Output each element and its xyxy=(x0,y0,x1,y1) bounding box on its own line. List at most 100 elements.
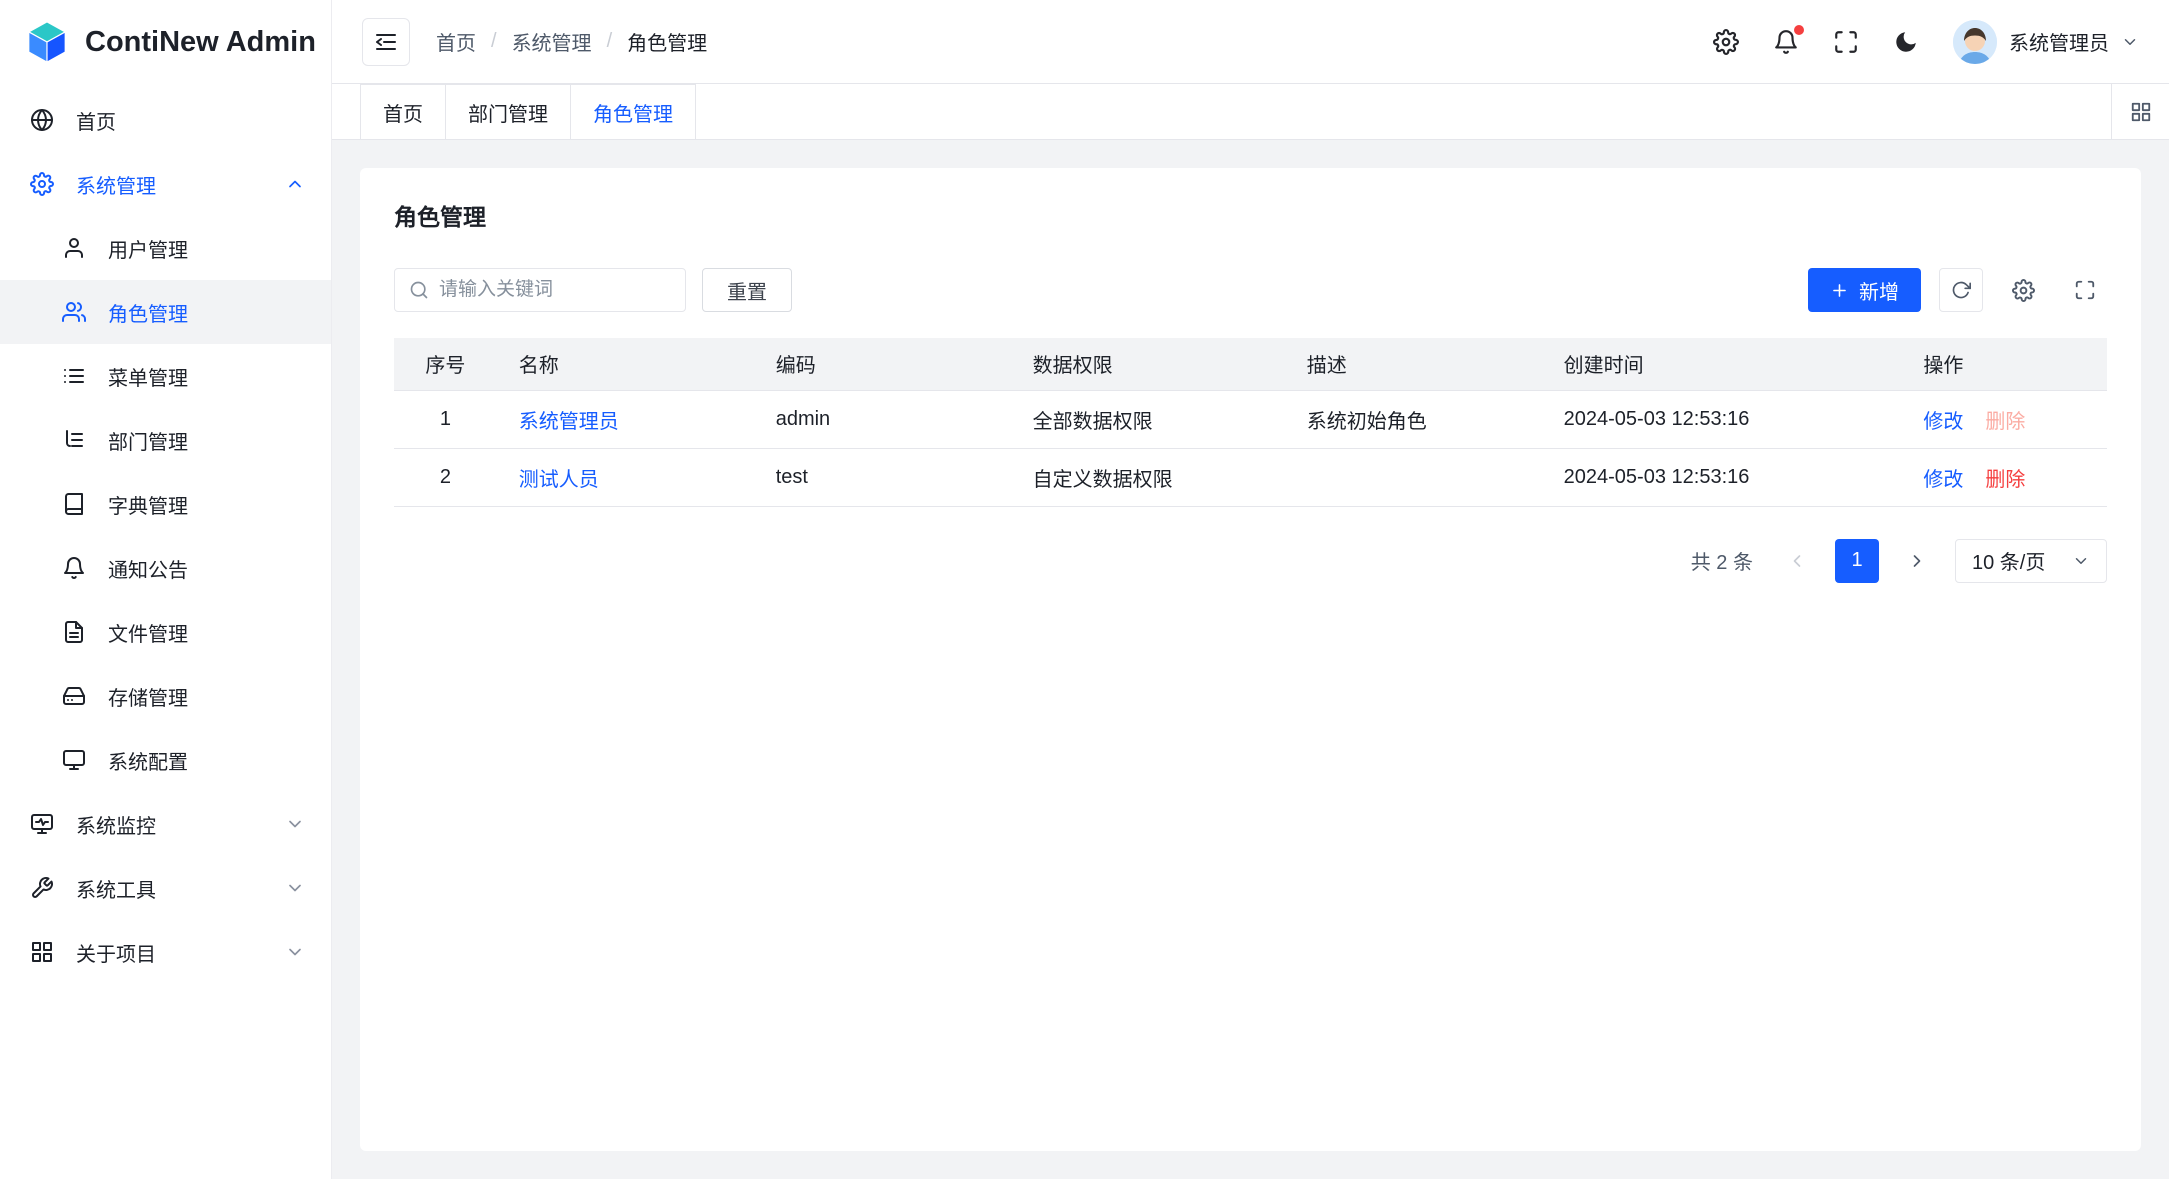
page-size-value: 10 条/页 xyxy=(1972,546,2045,575)
prev-page-button[interactable] xyxy=(1775,539,1819,583)
sidebar-collapse-button[interactable] xyxy=(362,18,410,66)
toolbar: 重置 新增 xyxy=(394,268,2107,312)
sidebar-item-label: 用户管理 xyxy=(108,234,305,263)
sidebar-item-label: 菜单管理 xyxy=(108,362,305,391)
tab-label: 部门管理 xyxy=(468,98,548,127)
app-root: ContiNew Admin 首页 系统管理 用户管理 角色管理 xyxy=(0,0,2169,1179)
grid-icon xyxy=(30,940,54,964)
sidebar-item-system-management[interactable]: 系统管理 xyxy=(0,152,331,216)
next-page-button[interactable] xyxy=(1895,539,1939,583)
cell-operations: 修改删除 xyxy=(1901,390,2107,448)
main-area: 首页 / 系统管理 / 角色管理 xyxy=(332,0,2169,1179)
page-size-select[interactable]: 10 条/页 xyxy=(1955,539,2107,583)
column-header-operations: 操作 xyxy=(1901,338,2107,390)
notifications-button[interactable] xyxy=(1773,29,1799,55)
tab-department-management[interactable]: 部门管理 xyxy=(445,84,571,139)
dark-mode-toggle[interactable] xyxy=(1893,29,1919,55)
sidebar-item-label: 字典管理 xyxy=(108,490,305,519)
expand-icon xyxy=(2074,279,2096,301)
chevron-down-icon xyxy=(285,878,305,898)
breadcrumb-separator: / xyxy=(607,30,613,53)
sidebar-item-dict-management[interactable]: 字典管理 xyxy=(0,472,331,536)
delete-link-disabled: 删除 xyxy=(1985,411,2025,433)
app-title: ContiNew Admin xyxy=(85,26,316,59)
sidebar-item-file-management[interactable]: 文件管理 xyxy=(0,600,331,664)
edit-link[interactable]: 修改 xyxy=(1923,469,1963,491)
column-header-code: 编码 xyxy=(754,338,1011,390)
breadcrumb: 首页 / 系统管理 / 角色管理 xyxy=(436,27,707,56)
cell-code: test xyxy=(754,448,1011,506)
tab-label: 首页 xyxy=(383,98,423,127)
sidebar-item-notice[interactable]: 通知公告 xyxy=(0,536,331,600)
role-name-link[interactable]: 系统管理员 xyxy=(519,411,619,433)
sidebar-item-department-management[interactable]: 部门管理 xyxy=(0,408,331,472)
tree-icon xyxy=(62,428,86,452)
refresh-icon xyxy=(1951,280,1971,300)
sidebar-item-system-monitor[interactable]: 系统监控 xyxy=(0,792,331,856)
sidebar-item-home[interactable]: 首页 xyxy=(0,88,331,152)
cell-code: admin xyxy=(754,390,1011,448)
search-input[interactable] xyxy=(439,279,671,301)
column-header-description: 描述 xyxy=(1285,338,1542,390)
tab-home[interactable]: 首页 xyxy=(360,84,446,139)
grid-icon xyxy=(2130,101,2152,123)
fullscreen-button[interactable] xyxy=(1833,29,1859,55)
breadcrumb-separator: / xyxy=(491,30,497,53)
chevron-down-icon xyxy=(285,814,305,834)
sidebar-item-system-tools[interactable]: 系统工具 xyxy=(0,856,331,920)
sidebar-menu: 首页 系统管理 用户管理 角色管理 菜单管理 xyxy=(0,84,331,1179)
sidebar-item-menu-management[interactable]: 菜单管理 xyxy=(0,344,331,408)
table-fullscreen-button[interactable] xyxy=(2063,268,2107,312)
wrench-icon xyxy=(30,876,54,900)
breadcrumb-item-home[interactable]: 首页 xyxy=(436,27,476,56)
cell-data-scope: 全部数据权限 xyxy=(1011,390,1285,448)
tab-role-management[interactable]: 角色管理 xyxy=(570,84,696,139)
tab-actions-button[interactable] xyxy=(2111,84,2169,139)
sidebar-item-label: 存储管理 xyxy=(108,682,305,711)
refresh-button[interactable] xyxy=(1939,268,1983,312)
settings-button[interactable] xyxy=(1713,29,1739,55)
app-logo[interactable]: ContiNew Admin xyxy=(0,0,331,84)
sidebar-item-storage-management[interactable]: 存储管理 xyxy=(0,664,331,728)
page-number-1[interactable]: 1 xyxy=(1835,539,1879,583)
sidebar-item-user-management[interactable]: 用户管理 xyxy=(0,216,331,280)
add-button-label: 新增 xyxy=(1859,276,1899,305)
column-header-index: 序号 xyxy=(394,338,497,390)
tabbar: 首页 部门管理 角色管理 xyxy=(332,84,2169,140)
column-header-name: 名称 xyxy=(497,338,754,390)
table-row: 2 测试人员 test 自定义数据权限 2024-05-03 12:53:16 … xyxy=(394,448,2107,506)
table-row: 1 系统管理员 admin 全部数据权限 系统初始角色 2024-05-03 1… xyxy=(394,390,2107,448)
add-button[interactable]: 新增 xyxy=(1808,268,1921,312)
sidebar-item-system-config[interactable]: 系统配置 xyxy=(0,728,331,792)
content-area: 角色管理 重置 新增 xyxy=(332,140,2169,1179)
sidebar-item-label: 角色管理 xyxy=(108,298,305,327)
chevron-down-icon xyxy=(285,942,305,962)
column-settings-button[interactable] xyxy=(2001,268,2045,312)
chevron-down-icon xyxy=(2121,33,2139,51)
avatar-image xyxy=(1953,20,1997,64)
gear-icon xyxy=(2012,279,2035,302)
sidebar-item-label: 系统工具 xyxy=(76,874,263,903)
sidebar-item-label: 部门管理 xyxy=(108,426,305,455)
file-icon xyxy=(62,620,86,644)
delete-link[interactable]: 删除 xyxy=(1985,469,2025,491)
cell-index: 2 xyxy=(394,448,497,506)
user-name: 系统管理员 xyxy=(2009,27,2109,56)
fullscreen-icon xyxy=(1833,29,1859,55)
reset-button[interactable]: 重置 xyxy=(702,268,792,312)
book-icon xyxy=(62,492,86,516)
edit-link[interactable]: 修改 xyxy=(1923,411,1963,433)
breadcrumb-item-system-management[interactable]: 系统管理 xyxy=(512,27,592,56)
bell-icon xyxy=(62,556,86,580)
toolbar-right: 新增 xyxy=(1808,268,2107,312)
sidebar-item-label: 通知公告 xyxy=(108,554,305,583)
role-name-link[interactable]: 测试人员 xyxy=(519,469,599,491)
table-header-row: 序号 名称 编码 数据权限 描述 创建时间 操作 xyxy=(394,338,2107,390)
user-menu[interactable]: 系统管理员 xyxy=(1953,20,2139,64)
cell-created-at: 2024-05-03 12:53:16 xyxy=(1542,390,1902,448)
menu-fold-icon xyxy=(374,30,398,54)
pagination: 共 2 条 1 10 条/页 xyxy=(394,539,2107,583)
sidebar-item-role-management[interactable]: 角色管理 xyxy=(0,280,331,344)
sidebar-item-about-project[interactable]: 关于项目 xyxy=(0,920,331,984)
display-icon xyxy=(62,748,86,772)
